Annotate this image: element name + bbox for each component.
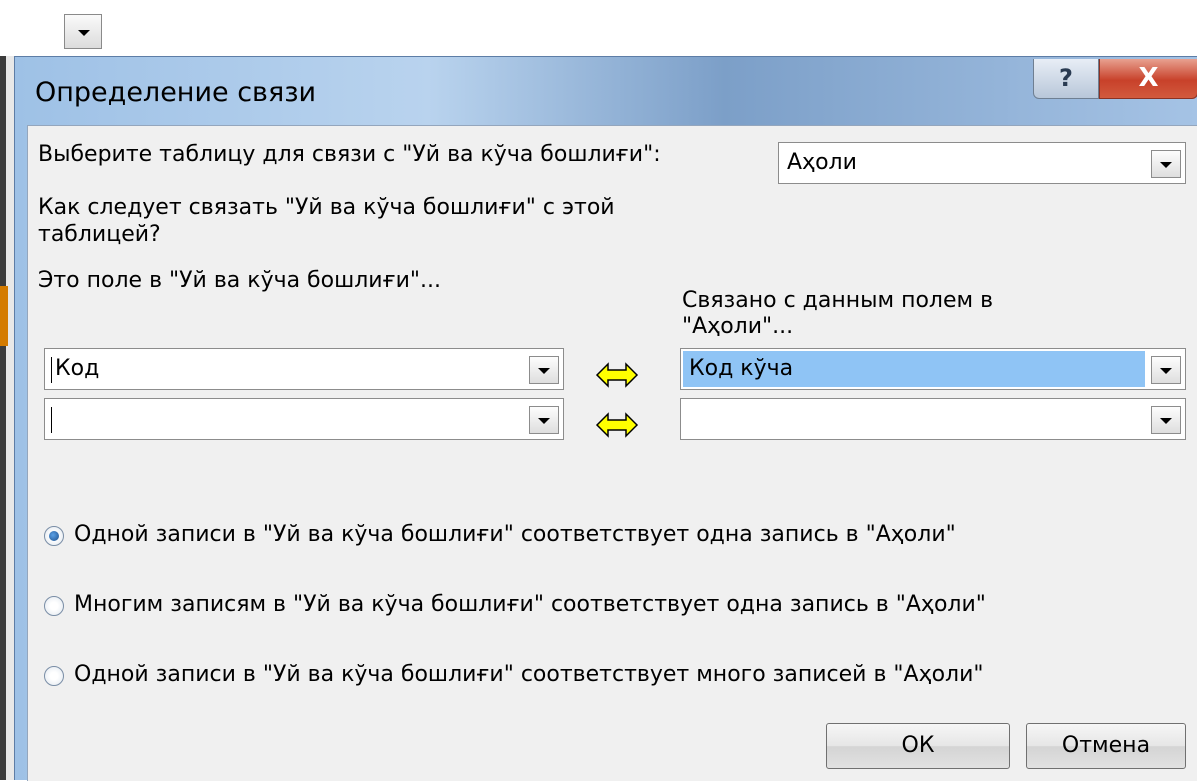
dropdown-button[interactable]	[64, 14, 102, 49]
right-field-dropdown-button-1[interactable]	[1151, 356, 1181, 384]
ruler-marker	[0, 286, 8, 346]
double-arrow-icon	[595, 362, 639, 388]
table-select-dropdown-button[interactable]	[1151, 150, 1181, 178]
double-arrow-icon	[595, 412, 639, 438]
right-field-dropdown-button-2[interactable]	[1151, 406, 1181, 434]
radio-button[interactable]	[44, 666, 64, 686]
table-select-value: Аҳоли	[787, 150, 857, 175]
right-field-value-1: Код кўча	[683, 351, 1145, 387]
text-caret	[51, 407, 52, 433]
relate-question-line2: таблицей?	[38, 222, 161, 247]
right-field-select-1[interactable]: Код кўча	[680, 348, 1186, 390]
document-dropdown[interactable]	[64, 14, 104, 51]
right-field-header-line1: Связано с данным полем в	[682, 288, 994, 313]
relate-question-line1: Как следует связать "Уй ва кўча бошлиғи"…	[38, 195, 615, 220]
chevron-down-icon	[1160, 368, 1172, 374]
radio-button[interactable]	[44, 526, 64, 546]
many-to-one-label: Многим записям в "Уй ва кўча бошлиғи" со…	[74, 592, 986, 617]
right-field-header-line2: "Аҳоли"...	[682, 314, 794, 339]
chevron-down-icon	[538, 368, 550, 374]
left-field-header: Это поле в "Уй ва кўча бошлиғи"...	[38, 268, 441, 293]
right-field-select-2[interactable]	[680, 398, 1186, 440]
one-to-one-label: Одной записи в "Уй ва кўча бошлиғи" соот…	[74, 522, 956, 547]
window-edge-shadow	[0, 56, 6, 780]
chevron-down-icon	[1160, 162, 1172, 168]
left-field-value-1: Код	[55, 356, 100, 381]
text-caret	[51, 357, 52, 383]
chevron-down-icon	[1160, 418, 1172, 424]
chevron-down-icon	[78, 30, 90, 36]
help-button[interactable]: ?	[1033, 59, 1099, 99]
one-to-many-label: Одной записи в "Уй ва кўча бошлиғи" соот…	[74, 662, 984, 687]
cancel-button[interactable]: Отмена	[1026, 723, 1186, 769]
chevron-down-icon	[538, 418, 550, 424]
dialog-title: Определение связи	[35, 77, 317, 108]
document-background	[0, 0, 1197, 55]
dialog-titlebar[interactable]: Определение связи ? X	[15, 57, 1197, 125]
relationship-dialog: Определение связи ? X Выберите таблицу д…	[14, 56, 1197, 781]
close-button[interactable]: X	[1099, 59, 1197, 99]
table-prompt-label: Выберите таблицу для связи с "Уй ва кўча…	[38, 142, 661, 167]
left-field-select-1[interactable]: Код	[44, 348, 564, 390]
left-field-dropdown-button-1[interactable]	[529, 356, 559, 384]
left-field-select-2[interactable]	[44, 398, 564, 440]
dialog-body: Выберите таблицу для связи с "Уй ва кўча…	[27, 125, 1197, 781]
table-select[interactable]: Аҳоли	[778, 142, 1186, 184]
ok-button[interactable]: ОК	[826, 723, 1010, 769]
radio-button[interactable]	[44, 596, 64, 616]
left-field-dropdown-button-2[interactable]	[529, 406, 559, 434]
